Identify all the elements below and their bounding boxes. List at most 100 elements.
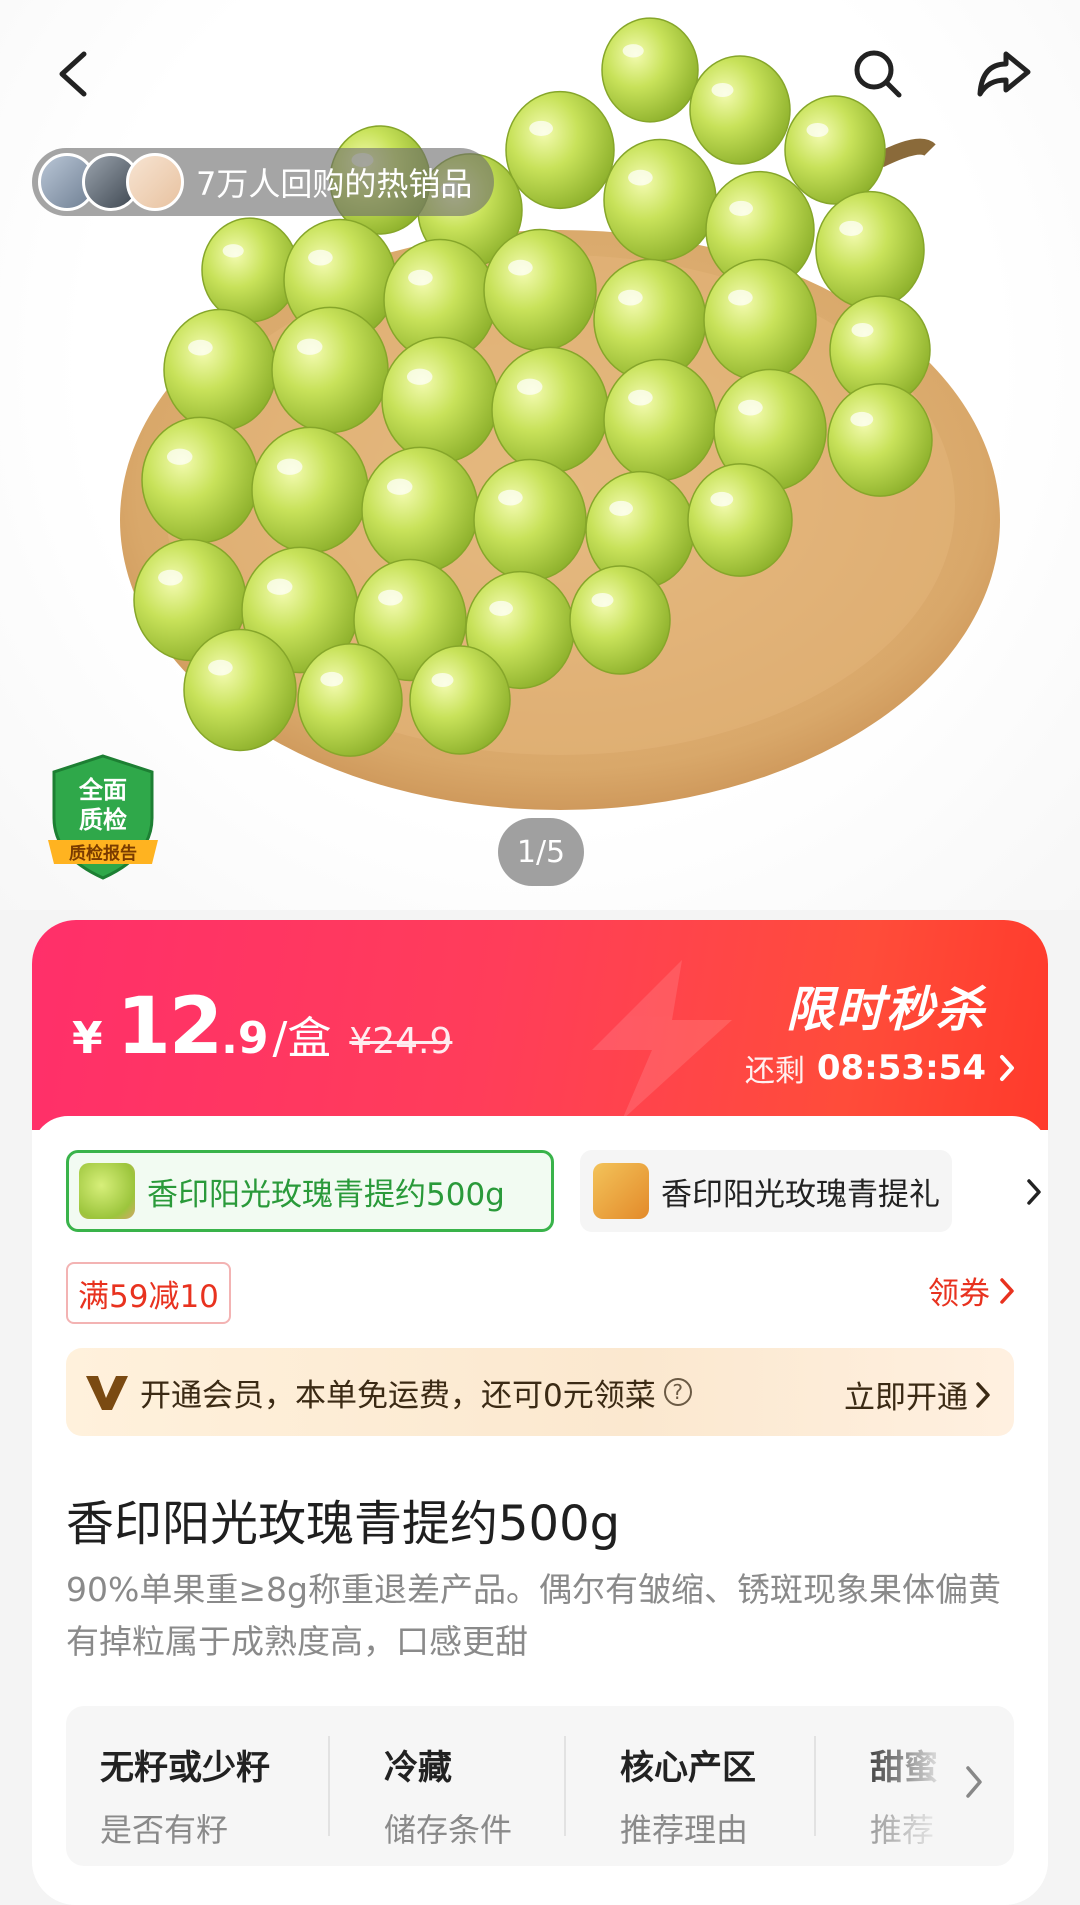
original-price: ¥24.9: [349, 1021, 453, 1062]
chevron-left-icon: [59, 51, 87, 97]
scroll-fade: [854, 1706, 1014, 1866]
grape: [251, 426, 369, 554]
grape-highlight: [489, 600, 513, 616]
repurchase-text: 7万人回购的热销品: [196, 165, 473, 203]
attribute-item: 冷藏 储存条件: [384, 1740, 512, 1851]
countdown-time: 08:53:54: [816, 1048, 986, 1088]
grape-highlight: [609, 500, 633, 516]
get-coupon-button[interactable]: 领券: [928, 1268, 1016, 1313]
grape-highlight: [406, 368, 433, 385]
attribute-item: 核心产区 推荐理由: [620, 1740, 756, 1851]
grape: [603, 138, 717, 262]
attribute-value: 核心产区: [620, 1748, 756, 1788]
grape-highlight: [296, 338, 323, 355]
countdown-label: 还剩: [744, 1054, 805, 1089]
grape-highlight: [276, 458, 303, 475]
grape: [569, 565, 671, 675]
grape-highlight: [508, 259, 533, 276]
product-description: 90%单果重≥8g称重退差产品。偶尔有皱缩、锈斑现象果体偏黄有掉粒属于成熟度高，…: [66, 1570, 1001, 1661]
grape-highlight: [222, 244, 244, 258]
search-icon: [854, 50, 902, 98]
attribute-key: 推荐理由: [620, 1811, 749, 1849]
grape-highlight: [208, 659, 233, 676]
attribute-key: 是否有籽: [100, 1811, 229, 1849]
attribute-key: 储存条件: [384, 1811, 513, 1849]
countdown[interactable]: 还剩 08:53:54: [745, 1046, 1016, 1090]
price-unit: /盒: [272, 1013, 332, 1064]
grape: [201, 217, 299, 323]
grape-highlight: [158, 569, 183, 586]
grape-highlight: [378, 589, 403, 606]
price-integer: 12: [116, 982, 224, 1072]
share-button[interactable]: [968, 38, 1040, 110]
grape-highlight: [431, 673, 454, 687]
sku-thumbnail: [79, 1163, 135, 1219]
quality-inspection-badge[interactable]: 全面 质检 质检报告: [44, 752, 162, 882]
search-button[interactable]: [842, 38, 914, 110]
grape: [687, 463, 793, 577]
flash-sale-title: 限时秒杀: [785, 982, 986, 1038]
product-image-carousel[interactable]: 7万人回购的热销品 全面 质检 质检报告 1/5: [0, 0, 1080, 910]
grape-highlight: [806, 123, 829, 137]
grape: [491, 346, 609, 474]
sku-option-selected[interactable]: 香印阳光玫瑰青提约500g: [66, 1150, 554, 1232]
grape: [703, 258, 817, 382]
share-icon: [977, 51, 1031, 97]
grape: [689, 55, 791, 165]
product-info-card: ¥ 12 .9 /盒 ¥24.9 限时秒杀 还剩 08:53:54 香印阳光玫瑰…: [32, 920, 1048, 1905]
grape-highlight: [498, 489, 523, 506]
shield-icon: 全面 质检 质检报告: [48, 754, 158, 880]
badge-line2: 质检: [79, 806, 127, 834]
grape-highlight: [728, 289, 753, 306]
open-membership-label: 立即开通: [844, 1380, 968, 1416]
grape: [603, 358, 717, 482]
chevron-right-icon: [1000, 1277, 1014, 1304]
grape: [183, 628, 297, 752]
grape-highlight: [628, 389, 653, 406]
grape: [361, 446, 479, 574]
grape-highlight: [839, 220, 863, 236]
sku-more-button[interactable]: [1014, 1164, 1048, 1220]
sku-label: 香印阳光玫瑰青提礼: [661, 1176, 940, 1213]
grape: [601, 17, 699, 123]
attribute-value: 无籽或少籽: [100, 1748, 270, 1788]
grape-highlight: [408, 269, 433, 286]
back-button[interactable]: [38, 38, 110, 110]
membership-banner[interactable]: 开通会员，本单免运费，还可0元领菜 ? 立即开通: [66, 1348, 1014, 1436]
product-title: 香印阳光玫瑰青提约500g: [66, 1496, 621, 1552]
current-price: ¥ 12 .9 /盒 ¥24.9: [72, 982, 452, 1072]
sku-label: 香印阳光玫瑰青提约500g: [147, 1176, 505, 1213]
chevron-right-icon: [966, 1766, 982, 1798]
lightning-decoration-icon: [592, 960, 732, 1120]
grape-highlight: [516, 378, 543, 395]
grape: [409, 645, 511, 755]
flash-sale-banner: ¥ 12 .9 /盒 ¥24.9 限时秒杀 还剩 08:53:54: [32, 920, 1048, 1130]
grape-highlight: [529, 120, 553, 136]
grapes-product-image: [120, 17, 1000, 810]
grape-highlight: [591, 593, 614, 607]
grape: [473, 458, 587, 582]
badge-line1: 全面: [78, 776, 127, 804]
sku-selector: 香印阳光玫瑰青提约500g 香印阳光玫瑰青提礼: [66, 1150, 1041, 1232]
grape: [381, 336, 499, 464]
sku-option[interactable]: 香印阳光玫瑰青提礼: [580, 1150, 952, 1232]
attribute-value: 冷藏: [384, 1748, 452, 1788]
grape: [505, 90, 615, 210]
repurchase-buyers-pill: 7万人回购的热销品: [32, 148, 495, 216]
grape-highlight: [710, 491, 734, 507]
grape-highlight: [711, 83, 734, 97]
grape-highlight: [166, 448, 193, 465]
membership-text: 开通会员，本单免运费，还可0元领菜: [140, 1377, 656, 1414]
help-icon[interactable]: ?: [663, 1378, 692, 1406]
grape-highlight: [386, 478, 413, 495]
grape: [784, 95, 886, 205]
chevron-right-icon: [1027, 1179, 1041, 1205]
grape-highlight: [320, 671, 344, 687]
grape-highlight: [308, 249, 333, 266]
open-membership-button[interactable]: 立即开通: [844, 1372, 992, 1417]
price-decimal: .9: [221, 1013, 269, 1064]
product-attributes[interactable]: 无籽或少籽 是否有籽 冷藏 储存条件 核心产区 推荐理由 甜蜜 推荐: [66, 1706, 1014, 1866]
grape: [141, 416, 259, 544]
chevron-right-icon: [1000, 1055, 1014, 1081]
grape-highlight: [738, 399, 763, 416]
